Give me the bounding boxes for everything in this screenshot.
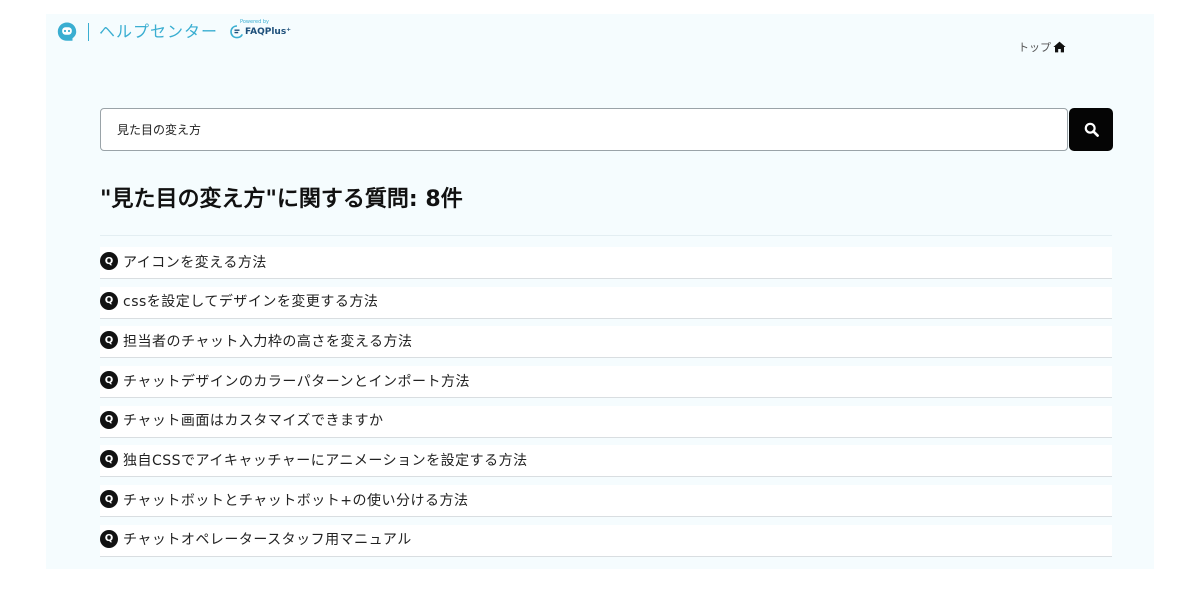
question-badge-icon: Q [100,410,118,429]
result-title: チャットデザインのカラーパターンとインポート方法 [123,373,471,390]
search-icon [1084,122,1099,137]
result-item[interactable]: Q 独自CSSでアイキャッチャーにアニメーションを設定する方法 [100,445,1112,478]
search-form [100,108,1113,151]
result-item[interactable]: Q チャット画面はカスタマイズできますか [100,405,1112,438]
result-title: 独自CSSでアイキャッチャーにアニメーションを設定する方法 [123,452,528,469]
top-link-label: トップ [1018,41,1051,54]
result-title: アイコンを変える方法 [123,254,267,271]
brand-divider [88,23,89,41]
search-button[interactable] [1069,108,1113,151]
powered-by-text: Powered by [240,19,269,25]
question-badge-icon: Q [100,529,118,548]
faqplus-logo-text: FAQPlus⁺ [245,27,291,37]
result-item[interactable]: Q チャットオペレータースタッフ用マニュアル [100,524,1112,557]
result-title: チャットオペレータースタッフ用マニュアル [123,532,412,549]
result-item[interactable]: Q チャットデザインのカラーパターンとインポート方法 [100,366,1112,399]
result-title: cssを設定してデザインを変更する方法 [123,294,379,311]
result-title: チャットボットとチャットボット+の使い分ける方法 [123,492,469,509]
chat-bubble-logo-icon [57,22,77,41]
powered-by-faqplus-logo: Powered by FAQPlus⁺ [230,19,291,45]
question-badge-icon: Q [100,291,118,310]
result-item[interactable]: Q 担当者のチャット入力枠の高さを変える方法 [100,326,1112,359]
brand-title: ヘルプセンター [99,22,219,41]
results-title: "見た目の変え方"に関する質問: 8件 [100,187,463,212]
faqplus-logo-icon [230,25,244,39]
brand-home-link[interactable]: ヘルプセンター Powered by FAQPlus⁺ [56,18,291,46]
question-badge-icon: Q [100,252,118,270]
result-title: チャット画面はカスタマイズできますか [123,413,384,430]
results-list: Q アイコンを変える方法 Q cssを設定してデザインを変更する方法 Q 担当者… [100,247,1112,565]
title-divider [100,235,1112,236]
search-input[interactable] [100,108,1068,151]
result-item[interactable]: Q アイコンを変える方法 [100,247,1112,279]
question-badge-icon: Q [100,490,118,509]
site-header: ヘルプセンター Powered by FAQPlus⁺ トップ [56,18,1066,54]
result-item[interactable]: Q チャットボットとチャットボット+の使い分ける方法 [100,485,1112,518]
home-icon [1053,41,1066,53]
result-title: 担当者のチャット入力枠の高さを変える方法 [123,333,413,350]
question-badge-icon: Q [100,331,118,350]
result-item[interactable]: Q cssを設定してデザインを変更する方法 [100,286,1112,319]
top-page-link[interactable]: トップ [1018,39,1066,55]
question-badge-icon: Q [100,371,118,390]
question-badge-icon: Q [100,450,118,469]
